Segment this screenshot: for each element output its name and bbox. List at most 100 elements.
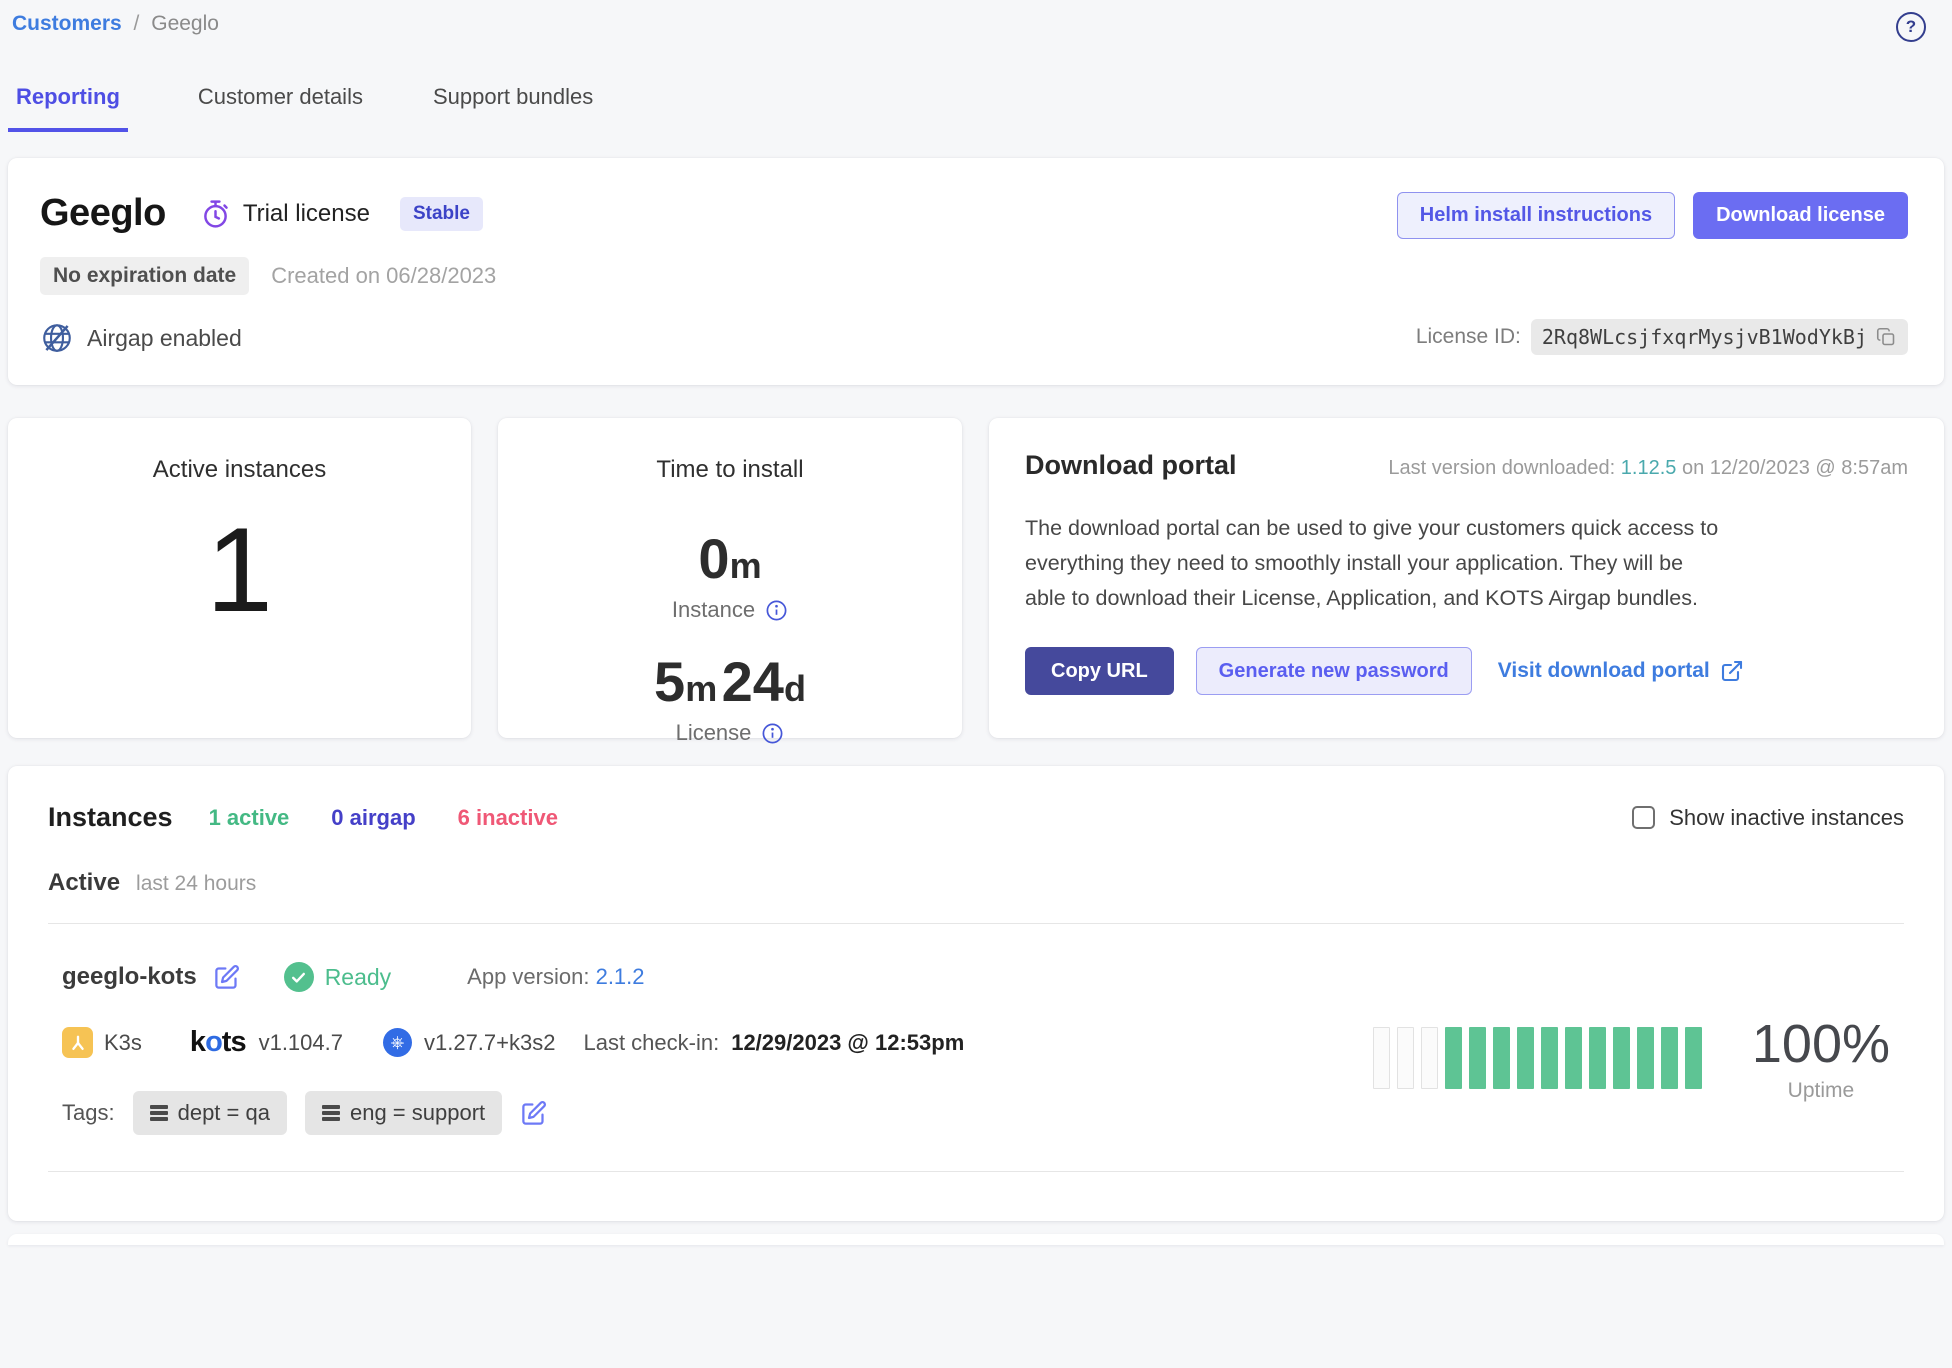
- copy-url-button[interactable]: Copy URL: [1025, 647, 1174, 695]
- uptime-bar-filled: [1637, 1027, 1654, 1089]
- breadcrumb-current: Geeglo: [151, 12, 219, 35]
- tab-support-bundles[interactable]: Support bundles: [433, 84, 593, 132]
- license-id-chip: 2Rq8WLcsjfxqrMysjvB1WodYkBj: [1531, 319, 1908, 355]
- visit-download-portal-link[interactable]: Visit download portal: [1498, 659, 1744, 683]
- last-version-link[interactable]: 1.12.5: [1621, 457, 1677, 479]
- uptime-percent: 100%: [1752, 1013, 1890, 1075]
- time-to-install-card: Time to install 0m Instance 5m 24d: [498, 418, 962, 738]
- uptime-label: Uptime: [1752, 1079, 1890, 1103]
- airgap-globe-icon: [40, 321, 74, 355]
- active-section-header: Active: [48, 869, 120, 897]
- inactive-count[interactable]: 6 inactive: [458, 805, 558, 831]
- active-instances-count: 1: [8, 510, 471, 630]
- uptime-bar-filled: [1493, 1027, 1510, 1089]
- tag-pill: dept = qa: [133, 1091, 287, 1135]
- license-id-label: License ID:: [1416, 325, 1521, 349]
- instances-card: Instances 1 active 0 airgap 6 inactive S…: [8, 766, 1944, 1221]
- instance-bottom-divider: [48, 1171, 1904, 1172]
- license-id-value: 2Rq8WLcsjfxqrMysjvB1WodYkBj: [1542, 325, 1867, 349]
- app-version: App version: 2.1.2: [467, 964, 644, 990]
- help-icon[interactable]: ?: [1896, 12, 1926, 42]
- active-count[interactable]: 1 active: [209, 805, 290, 831]
- app-version-link[interactable]: 2.1.2: [596, 964, 645, 989]
- external-link-icon: [1720, 659, 1744, 683]
- channel-badge: Stable: [400, 197, 483, 231]
- license-install-label: License: [498, 720, 962, 746]
- airgap-enabled-label: Airgap enabled: [87, 325, 242, 352]
- tab-reporting[interactable]: Reporting: [8, 84, 128, 132]
- k3s-icon: [62, 1027, 93, 1058]
- uptime-bar-filled: [1685, 1027, 1702, 1089]
- tab-bar: Reporting Customer details Support bundl…: [8, 84, 1944, 132]
- last-version-downloaded: Last version downloaded: 1.12.5 on 12/20…: [1388, 457, 1908, 480]
- instance-status: Ready: [325, 964, 391, 991]
- license-summary-left: Geeglo Trial license Stable No expiratio…: [40, 192, 496, 355]
- license-summary-right: Helm install instructions Download licen…: [1397, 192, 1908, 355]
- distribution-label: K3s: [104, 1030, 142, 1056]
- license-type-label: Trial license: [243, 200, 370, 228]
- instance-name: geeglo-kots: [62, 963, 197, 991]
- last-checkin-value: 12/29/2023 @ 12:53pm: [731, 1030, 964, 1056]
- uptime-block: 100% Uptime: [1373, 962, 1890, 1135]
- instance-info-icon[interactable]: [765, 599, 788, 622]
- tags-list: dept = qa eng = support: [133, 1091, 503, 1135]
- uptime-bar-filled: [1541, 1027, 1558, 1089]
- active-instances-title: Active instances: [8, 456, 471, 484]
- license-summary-card: Geeglo Trial license Stable No expiratio…: [8, 158, 1944, 385]
- uptime-chart: [1373, 1027, 1702, 1089]
- breadcrumb: Customers / Geeglo: [12, 12, 219, 36]
- generate-new-password-button[interactable]: Generate new password: [1196, 647, 1472, 695]
- active-section-period: last 24 hours: [136, 872, 256, 896]
- download-portal-card: Download portal Last version downloaded:…: [989, 418, 1944, 738]
- kots-version: v1.104.7: [259, 1030, 343, 1056]
- instances-title: Instances: [48, 802, 173, 833]
- uptime-bar-filled: [1589, 1027, 1606, 1089]
- customer-reporting-page: Customers / Geeglo ? Reporting Customer …: [0, 0, 1952, 1245]
- tags-label: Tags:: [62, 1100, 115, 1126]
- active-instances-card: Active instances 1: [8, 418, 471, 738]
- uptime-bar-filled: [1661, 1027, 1678, 1089]
- uptime-bar-filled: [1445, 1027, 1462, 1089]
- edit-instance-name-icon[interactable]: [213, 964, 240, 991]
- show-inactive-label: Show inactive instances: [1669, 805, 1904, 831]
- edit-tags-icon[interactable]: [520, 1100, 547, 1127]
- uptime-bar-empty: [1421, 1027, 1438, 1089]
- download-portal-title: Download portal: [1025, 450, 1237, 481]
- airgap-count[interactable]: 0 airgap: [331, 805, 415, 831]
- uptime-bar-filled: [1469, 1027, 1486, 1089]
- created-date-text: Created on 06/28/2023: [271, 263, 496, 289]
- kubernetes-version: v1.27.7+k3s2: [424, 1030, 555, 1056]
- instance-install-label: Instance: [498, 597, 962, 623]
- license-info-icon[interactable]: [761, 722, 784, 745]
- last-checkin-label: Last check-in:: [583, 1030, 719, 1056]
- uptime-bar-empty: [1373, 1027, 1390, 1089]
- tag-lines-icon: [322, 1105, 340, 1121]
- time-to-install-title: Time to install: [498, 456, 962, 484]
- trial-timer-icon: [202, 199, 229, 229]
- download-portal-description: The download portal can be used to give …: [1025, 511, 1725, 615]
- breadcrumb-separator: /: [128, 12, 146, 35]
- helm-install-instructions-button[interactable]: Helm install instructions: [1397, 192, 1675, 239]
- ready-check-icon: [284, 962, 314, 992]
- uptime-bar-filled: [1517, 1027, 1534, 1089]
- expiration-badge: No expiration date: [40, 257, 249, 295]
- show-inactive-toggle[interactable]: Show inactive instances: [1632, 805, 1904, 831]
- tab-customer-details[interactable]: Customer details: [198, 84, 363, 132]
- copy-license-id-icon[interactable]: [1876, 327, 1897, 348]
- kots-logo: kots: [190, 1026, 246, 1059]
- tag-pill: eng = support: [305, 1091, 502, 1135]
- uptime-bar-empty: [1397, 1027, 1414, 1089]
- tag-lines-icon: [150, 1105, 168, 1121]
- uptime-bar-filled: [1613, 1027, 1630, 1089]
- customer-name: Geeglo: [40, 192, 166, 235]
- download-license-button[interactable]: Download license: [1693, 192, 1908, 239]
- metrics-row: Active instances 1 Time to install 0m In…: [8, 418, 1944, 738]
- breadcrumb-customers-link[interactable]: Customers: [12, 12, 122, 35]
- topbar: Customers / Geeglo ?: [8, 0, 1944, 42]
- kubernetes-icon: ⎈: [383, 1028, 412, 1057]
- instance-install-time: 0m: [498, 526, 962, 591]
- license-install-time: 5m 24d: [498, 649, 962, 714]
- next-card-top-edge: [8, 1234, 1944, 1245]
- uptime-bar-filled: [1565, 1027, 1582, 1089]
- show-inactive-checkbox[interactable]: [1632, 806, 1655, 829]
